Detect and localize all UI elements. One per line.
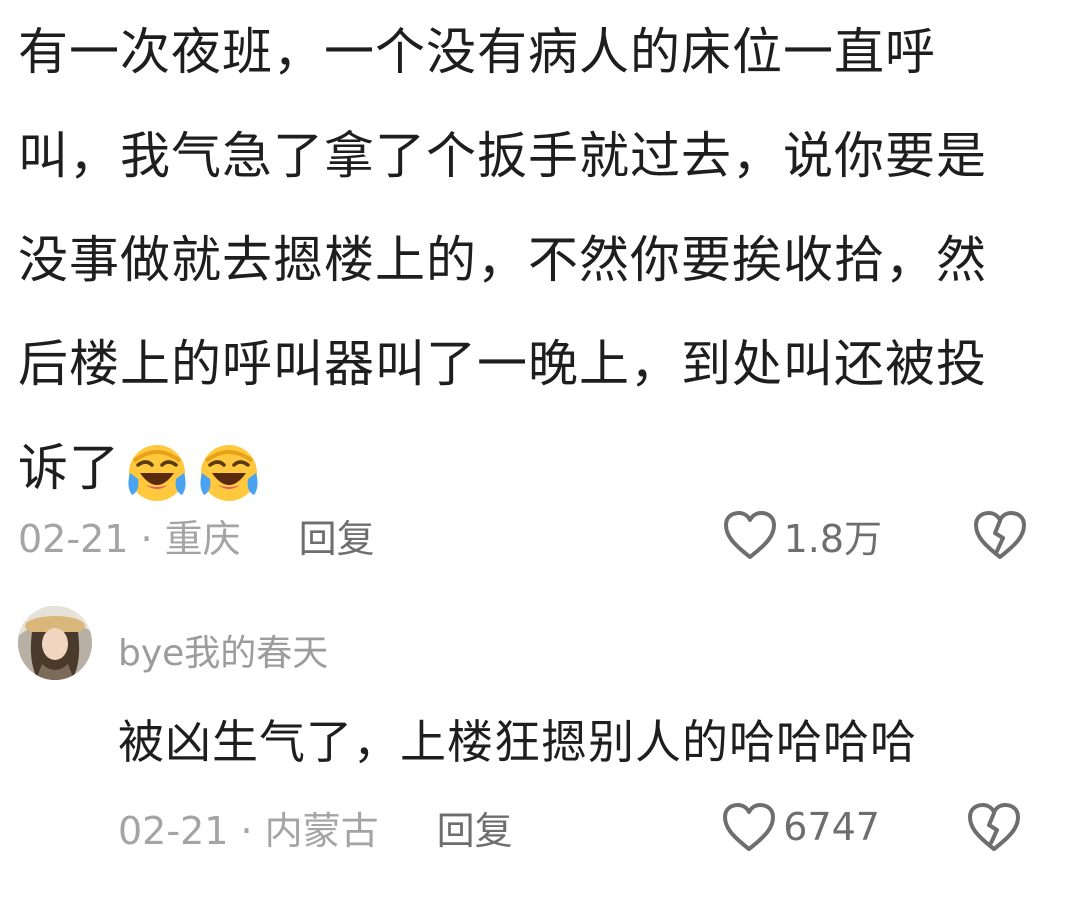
emoji-group (124, 439, 262, 505)
comment-line: 有一次夜班，一个没有病人的床位一直呼 (18, 23, 936, 81)
comment-line: 叫，我气急了拿了个扳手就过去，说你要是 (18, 127, 987, 185)
like-button[interactable]: 1.8万 (722, 508, 882, 563)
avatar[interactable] (18, 606, 92, 680)
comment-date-location: 02-21 · 重庆 (18, 516, 241, 561)
dislike-button[interactable] (972, 509, 1028, 561)
comment-line: 没事做就去摁楼上的，不然你要挨收拾，然 (18, 231, 987, 289)
reply-username[interactable]: bye我的春天 (118, 624, 328, 676)
like-count: 1.8万 (783, 516, 882, 561)
comment-body: 有一次夜班，一个没有病人的床位一直呼 叫，我气急了拿了个扳手就过去，说你要是 没… (18, 0, 1018, 520)
reply-comment-meta: 02-21 · 内蒙古 回复 6747 (118, 797, 1058, 857)
dislike-button[interactable] (966, 801, 1022, 853)
like-button[interactable]: 6747 (721, 801, 880, 853)
comment-date-location: 02-21 · 内蒙古 (118, 808, 379, 853)
comment-line: 后楼上的呼叫器叫了一晚上，到处叫还被投 (18, 335, 987, 393)
heart-outline-icon (723, 511, 776, 559)
broken-heart-icon (968, 803, 1020, 851)
like-count: 6747 (783, 805, 880, 849)
laughing-crying-emoji-icon (128, 444, 186, 501)
main-comment-meta: 02-21 · 重庆 回复 1.8万 (18, 505, 1058, 565)
comment-line: 诉了 (18, 439, 120, 497)
broken-heart-icon (974, 511, 1026, 559)
main-comment: 有一次夜班，一个没有病人的床位一直呼 叫，我气急了拿了个扳手就过去，说你要是 没… (18, 0, 1018, 520)
reply-button[interactable]: 回复 (299, 508, 375, 563)
reply-text: 被凶生气了，上楼狂摁别人的哈哈哈哈 (118, 715, 917, 769)
heart-outline-icon (723, 803, 776, 851)
avatar-image-icon (18, 606, 92, 680)
laughing-crying-emoji-icon (200, 444, 258, 501)
reply-button[interactable]: 回复 (437, 800, 513, 855)
